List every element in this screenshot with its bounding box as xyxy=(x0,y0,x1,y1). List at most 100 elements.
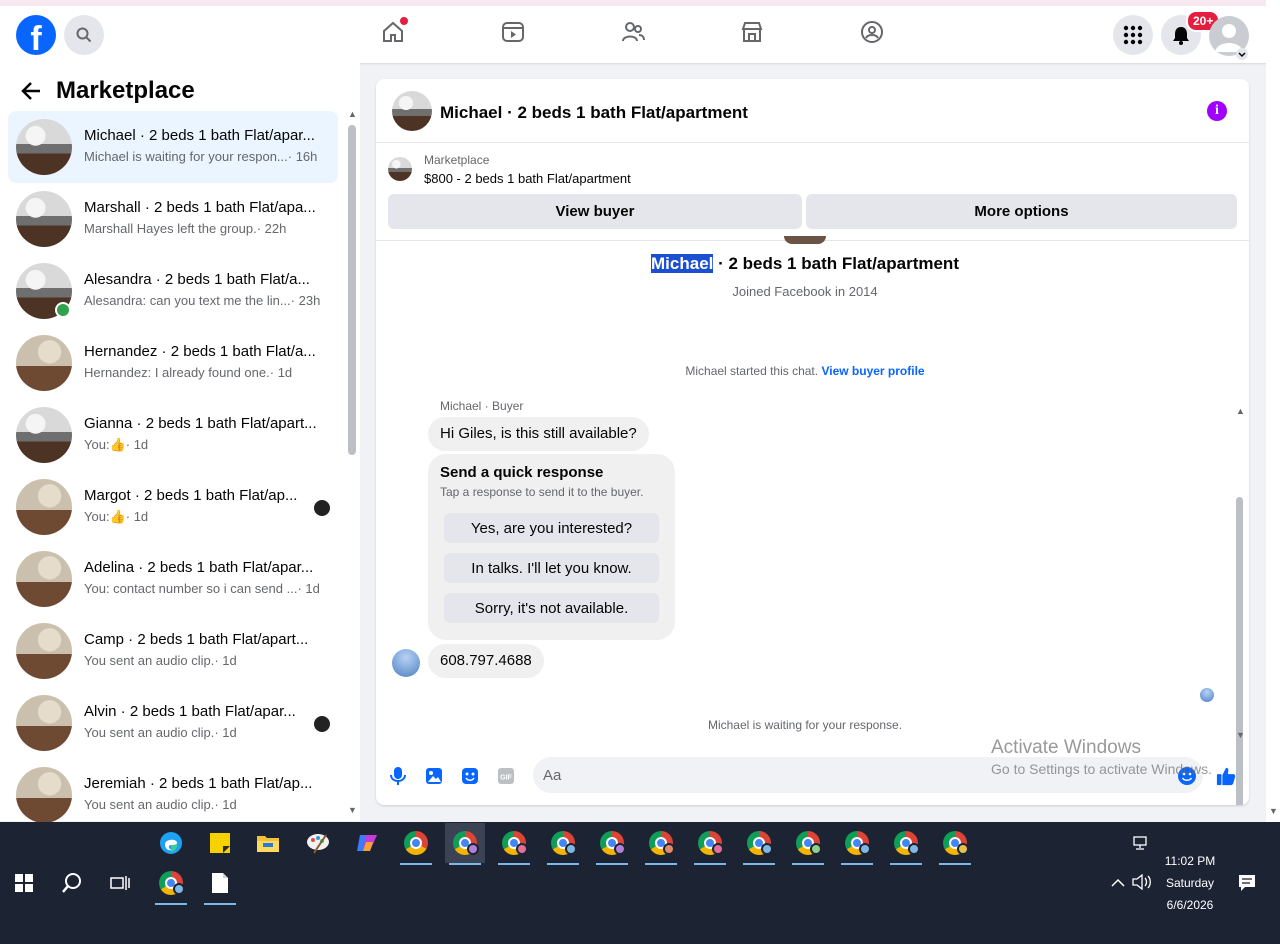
taskbar-chrome-6[interactable] xyxy=(641,823,681,865)
chat-scroll-up-arrow[interactable]: ▲ xyxy=(1236,406,1245,416)
taskbar-chrome-8[interactable] xyxy=(739,823,779,865)
chat-header-title[interactable]: Michael · 2 beds 1 bath Flat/apartment xyxy=(440,103,748,123)
listing-thumbnail[interactable] xyxy=(388,157,412,181)
taskbar-chrome-5[interactable] xyxy=(592,823,632,865)
sticker-button[interactable] xyxy=(460,766,480,786)
buyer-profile-photo[interactable] xyxy=(784,236,826,244)
conversation-preview: You sent an audio clip.· 1d xyxy=(84,653,329,668)
more-options-button[interactable]: More options xyxy=(806,194,1237,229)
info-icon[interactable]: i xyxy=(1207,101,1227,121)
preview-time: · 1d xyxy=(269,365,293,380)
view-buyer-profile-link[interactable]: View buyer profile xyxy=(821,364,924,378)
phone-message-bubble[interactable]: 608.797.4688 xyxy=(428,644,544,678)
taskbar-chrome-7[interactable] xyxy=(690,823,730,865)
conversation-item[interactable]: Gianna · 2 beds 1 bath Flat/apart... You:… xyxy=(8,399,338,471)
message-bubble[interactable]: Hi Giles, is this still available? xyxy=(428,417,649,451)
chevron-down-icon[interactable] xyxy=(1236,48,1248,60)
listing-banner: Marketplace $800 - 2 beds 1 bath Flat/ap… xyxy=(376,143,1249,241)
conversation-item[interactable]: Adelina · 2 beds 1 bath Flat/apar... You:… xyxy=(8,543,338,615)
volume-icon[interactable] xyxy=(1132,874,1152,890)
groups-tab[interactable] xyxy=(858,18,886,46)
taskbar-chrome-1[interactable] xyxy=(396,823,436,865)
conversation-preview: You: 👍· 1d xyxy=(84,509,329,525)
preview-time: · 23h xyxy=(290,293,321,308)
taskbar-notepad[interactable] xyxy=(200,863,240,905)
running-indicator xyxy=(694,863,726,865)
taskbar-sticky-notes[interactable] xyxy=(200,823,240,863)
sender-avatar[interactable] xyxy=(392,649,420,677)
quick-response-in-talks[interactable]: In talks. I'll let you know. xyxy=(444,553,659,583)
conversation-item[interactable]: Hernandez · 2 beds 1 bath Flat/a... Herna… xyxy=(8,327,338,399)
conversation-item[interactable]: Margot · 2 beds 1 bath Flat/ap... You: 👍·… xyxy=(8,471,338,543)
marketplace-tab[interactable] xyxy=(738,18,766,46)
network-icon[interactable] xyxy=(1133,836,1151,850)
search-button[interactable] xyxy=(64,15,104,55)
taskbar-chrome-10[interactable] xyxy=(837,823,877,865)
start-button[interactable] xyxy=(4,863,44,903)
like-button[interactable] xyxy=(1216,766,1236,786)
conversation-item[interactable]: Camp · 2 beds 1 bath Flat/apart... You se… xyxy=(8,615,338,687)
system-clock[interactable]: 11:02 PM Saturday 6/6/2026 xyxy=(1150,850,1230,916)
menu-button[interactable] xyxy=(1113,15,1153,55)
video-tab[interactable] xyxy=(499,18,527,46)
folder-icon xyxy=(257,836,279,852)
online-status-dot xyxy=(55,302,71,318)
chevron-up-icon[interactable] xyxy=(1111,877,1125,887)
chat-scroll-down-arrow[interactable]: ▼ xyxy=(1236,730,1245,740)
taskbar-chrome-3[interactable] xyxy=(494,823,534,865)
taskbar-paint[interactable] xyxy=(298,823,338,863)
palette-icon xyxy=(307,834,329,854)
running-indicator xyxy=(204,903,236,905)
taskbar-chrome-9[interactable] xyxy=(788,823,828,865)
page-scrollbar[interactable]: ▼ xyxy=(1266,0,1280,822)
friends-tab[interactable] xyxy=(619,18,647,46)
scroll-down-arrow[interactable]: ▼ xyxy=(348,805,357,815)
listing-thumbnail xyxy=(16,335,72,391)
conversation-item[interactable]: Marshall · 2 beds 1 bath Flat/apa... Mars… xyxy=(8,183,338,255)
taskbar-edge[interactable] xyxy=(151,823,191,863)
taskbar-chrome-2[interactable] xyxy=(445,823,485,865)
listing-thumbnail xyxy=(16,695,72,751)
gif-button[interactable]: GIF xyxy=(496,766,516,786)
voice-clip-button[interactable] xyxy=(388,766,408,786)
taskbar-chrome-pinned[interactable] xyxy=(151,863,191,905)
taskbar-chrome-12[interactable] xyxy=(935,823,975,865)
taskbar-file-explorer[interactable] xyxy=(248,823,288,863)
preview-text: Alesandra: can you text me the lin... xyxy=(84,293,291,308)
taskbar-chrome-11[interactable] xyxy=(886,823,926,865)
marketplace-inbox: Marketplace Michael · 2 beds 1 bath Flat… xyxy=(0,63,360,823)
running-indicator xyxy=(645,863,677,865)
taskbar-chrome-4[interactable] xyxy=(543,823,583,865)
view-buyer-button[interactable]: View buyer xyxy=(388,194,802,229)
scroll-up-arrow[interactable]: ▲ xyxy=(348,109,357,119)
conversation-item[interactable]: Alesandra · 2 beds 1 bath Flat/a... Alesa… xyxy=(8,255,338,327)
quick-response-unavailable[interactable]: Sorry, it's not available. xyxy=(444,593,659,623)
page-scroll-down-arrow[interactable]: ▼ xyxy=(1269,806,1278,816)
message-thread: Michael · 2 beds 1 bath Flat/apartment J… xyxy=(376,236,1249,805)
left-scrollbar-thumb[interactable] xyxy=(348,125,356,455)
chat-scrollbar[interactable]: ▲ ▼ xyxy=(1236,406,1245,805)
conversation-item[interactable]: Michael · 2 beds 1 bath Flat/apar... Mich… xyxy=(8,111,338,183)
attach-photo-button[interactable] xyxy=(424,766,444,786)
conversation-title: Hernandez · 2 beds 1 bath Flat/a... xyxy=(84,343,316,360)
facebook-logo[interactable]: f xyxy=(16,15,56,55)
home-tab[interactable] xyxy=(379,17,408,46)
preview-time: · 1d xyxy=(214,653,237,668)
listing-price[interactable]: $800 - 2 beds 1 bath Flat/apartment xyxy=(424,171,631,186)
quick-response-yes[interactable]: Yes, are you interested? xyxy=(444,513,659,543)
taskbar-copilot[interactable] xyxy=(347,823,387,863)
chrome-icon xyxy=(404,831,428,855)
preview-text: You sent an audio clip. xyxy=(84,725,215,740)
running-indicator xyxy=(939,863,971,865)
profile-badge xyxy=(908,843,920,855)
back-arrow-icon[interactable] xyxy=(20,80,42,102)
sticker-icon xyxy=(462,768,478,784)
left-scrollbar[interactable]: ▲ ▼ xyxy=(348,109,357,815)
activate-windows-subtitle: Go to Settings to activate Windows. xyxy=(991,761,1212,777)
chat-header-avatar[interactable] xyxy=(392,91,432,131)
task-view-button[interactable] xyxy=(100,863,140,903)
taskbar-search[interactable] xyxy=(52,863,92,903)
conversation-item[interactable]: Alvin · 2 beds 1 bath Flat/apar... You se… xyxy=(8,687,338,759)
notification-center-icon[interactable] xyxy=(1238,874,1256,892)
conversation-item[interactable]: Jeremiah · 2 beds 1 bath Flat/ap... You s… xyxy=(8,759,338,831)
